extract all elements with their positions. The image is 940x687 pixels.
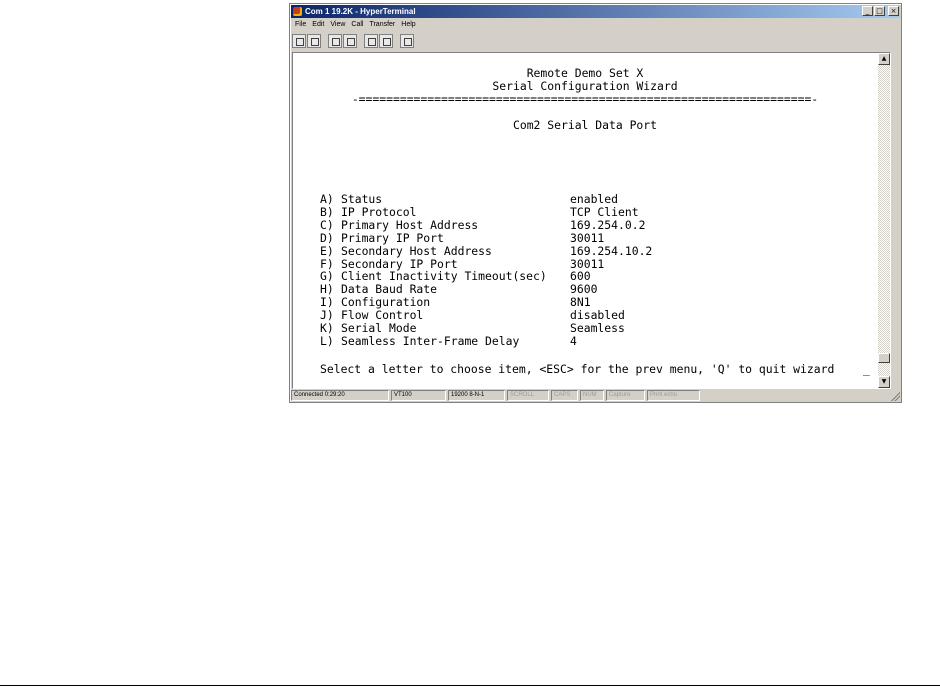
terminal-frame: Remote Demo Set X Serial Configuration W…	[292, 52, 891, 389]
receive-icon[interactable]	[379, 34, 393, 48]
menu-bar: File Edit View Call Transfer Help	[292, 19, 419, 30]
minimize-button[interactable]: _	[862, 6, 873, 16]
open-icon[interactable]	[307, 34, 321, 48]
status-capture: Capture	[606, 390, 645, 401]
status-bar: Connected 0:29:20 VT100 19200 8-N-1 SCRO…	[291, 390, 702, 401]
terminal-cursor: _	[863, 362, 870, 376]
status-num: NUM	[580, 390, 604, 401]
maximize-button[interactable]: □	[874, 6, 885, 16]
terminal-screen[interactable]: Remote Demo Set X Serial Configuration W…	[293, 53, 877, 388]
properties-icon[interactable]	[400, 34, 414, 48]
status-connected-time: Connected 0:29:20	[291, 390, 389, 401]
status-caps: CAPS	[551, 390, 578, 401]
config-item-label: Seamless Inter-Frame Delay	[341, 333, 520, 348]
vertical-scrollbar[interactable]: ▲ ▼	[878, 53, 890, 388]
config-item-key: L)	[320, 333, 334, 348]
scroll-up-button[interactable]: ▲	[878, 53, 890, 65]
window-title: Com 1 19.2K - HyperTerminal	[305, 7, 416, 16]
send-icon[interactable]	[364, 34, 378, 48]
menu-file[interactable]: File	[292, 19, 309, 30]
config-item-value: 30011	[570, 230, 605, 245]
config-item-key: E)	[320, 243, 334, 258]
status-scroll: SCROLL	[507, 390, 549, 401]
config-item-value: 4	[570, 333, 577, 348]
toolbar	[292, 33, 415, 49]
config-item-value: Seamless	[570, 321, 625, 335]
status-print-echo: Print echo	[647, 390, 700, 401]
menu-transfer[interactable]: Transfer	[366, 19, 398, 30]
config-item-key: C)	[320, 217, 334, 232]
config-item-key: B)	[320, 204, 334, 219]
config-item-value: TCP Client	[570, 204, 639, 219]
resize-grip-icon[interactable]	[890, 391, 900, 401]
config-item-value: 169.254.10.2	[570, 243, 653, 258]
terminal-prompt: Select a letter to choose item, <ESC> fo…	[320, 362, 835, 376]
terminal-section-title: Com2 Serial Data Port	[512, 118, 657, 132]
menu-view[interactable]: View	[327, 19, 348, 30]
config-item-value: 169.254.0.2	[570, 217, 646, 232]
menu-edit[interactable]: Edit	[309, 19, 327, 30]
config-item-label: Primary IP Port	[341, 230, 444, 245]
status-emulation: VT100	[391, 390, 446, 401]
hyperterminal-app-icon[interactable]	[293, 7, 302, 16]
disconnect-icon[interactable]	[343, 34, 357, 48]
config-item-key: D)	[320, 230, 334, 245]
hyperterminal-window: Com 1 19.2K - HyperTerminal _ □ × File E…	[289, 3, 902, 403]
config-item-label: Primary Host Address	[341, 217, 479, 232]
scroll-down-button[interactable]: ▼	[878, 376, 890, 388]
config-item-label: IP Protocol	[341, 204, 417, 219]
new-icon[interactable]	[292, 34, 306, 48]
terminal-divider: -=======================================…	[351, 92, 819, 106]
page-bottom-rule	[0, 685, 940, 686]
connect-icon[interactable]	[328, 34, 342, 48]
title-bar[interactable]: Com 1 19.2K - HyperTerminal _ □ ×	[291, 5, 900, 18]
close-button[interactable]: ×	[888, 6, 899, 16]
scroll-thumb[interactable]	[878, 353, 890, 363]
menu-help[interactable]: Help	[398, 19, 418, 30]
menu-call[interactable]: Call	[348, 19, 366, 30]
status-port-settings: 19200 8-N-1	[448, 390, 505, 401]
config-item-label: Secondary Host Address	[341, 243, 492, 258]
